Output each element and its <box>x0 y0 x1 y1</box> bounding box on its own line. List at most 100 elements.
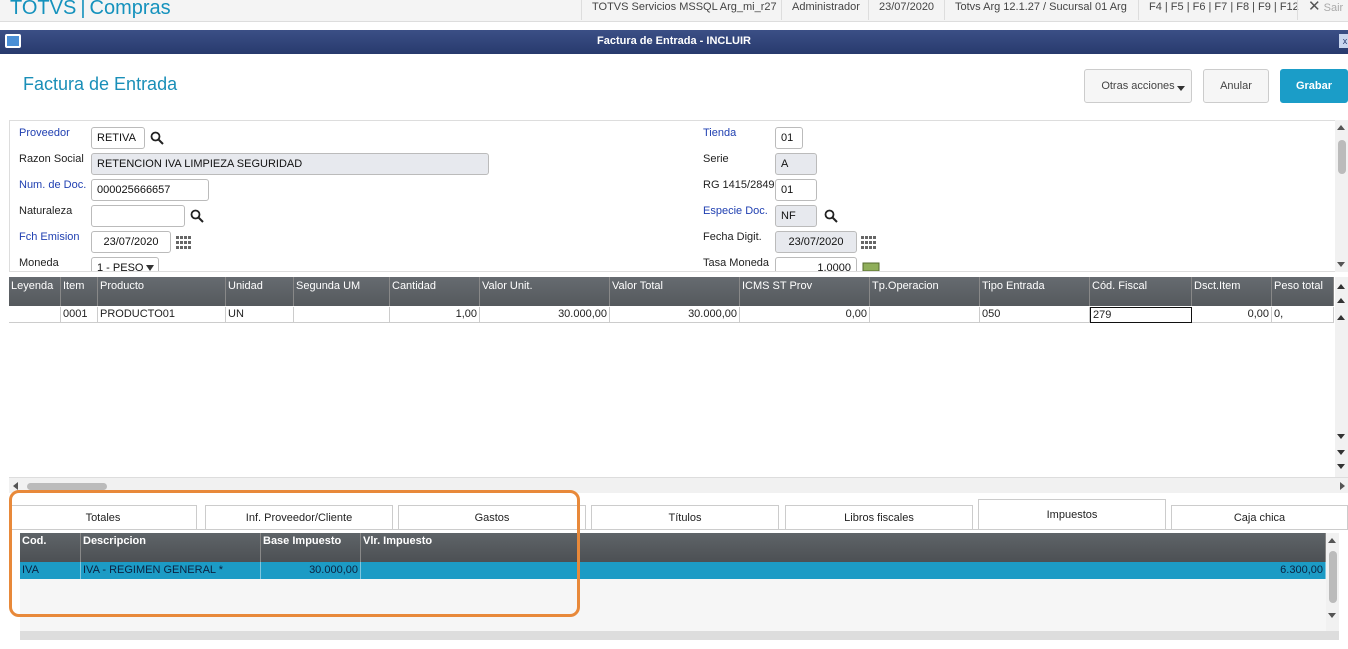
naturaleza-label: Naturaleza <box>19 205 73 217</box>
scroll-up-icon[interactable] <box>1337 315 1345 320</box>
window-title-bar: Factura de Entrada - INCLUIR x <box>0 30 1348 54</box>
grid-column-header[interactable]: Cód. Fiscal <box>1090 277 1192 306</box>
moneda-select[interactable]: 1 - PESO <box>91 257 159 272</box>
fecha-digit-field[interactable]: 23/07/2020 <box>775 231 857 253</box>
grid-cell[interactable]: 279 <box>1090 307 1192 323</box>
scroll-page-down-icon[interactable] <box>1337 450 1345 455</box>
shortcuts-label: F4 | F5 | F6 | F7 | F8 | F9 | F12 <box>1138 0 1309 20</box>
grid-cell[interactable]: 0,00 <box>740 307 870 323</box>
user-label: Administrador <box>781 0 870 20</box>
especie-doc-field[interactable]: NF <box>775 205 817 227</box>
other-actions-button[interactable]: Otras acciones <box>1084 69 1192 103</box>
grid-cell[interactable] <box>9 307 61 323</box>
rg-label: RG 1415/2849 <box>703 179 775 191</box>
calendar-icon[interactable] <box>176 236 192 250</box>
grid-cell[interactable] <box>294 307 390 323</box>
form-scrollbar[interactable] <box>1335 120 1348 272</box>
environment-label: TOTVS Servicios MSSQL Arg_mi_r27 <box>581 0 787 20</box>
search-icon[interactable] <box>824 209 838 223</box>
scroll-down-icon[interactable] <box>1337 262 1345 267</box>
rg-field[interactable]: 01 <box>775 179 817 201</box>
grid-cell[interactable] <box>870 307 980 323</box>
window-close-icon[interactable]: x <box>1339 34 1348 48</box>
grid-cell[interactable]: 0,00 <box>1192 307 1272 323</box>
money-icon[interactable] <box>862 262 880 272</box>
grid-cell[interactable]: 0001 <box>61 307 98 323</box>
taxes-vertical-scrollbar[interactable] <box>1326 533 1339 631</box>
chevron-down-icon <box>146 265 154 271</box>
search-icon[interactable] <box>190 209 204 223</box>
grid-column-header[interactable]: Valor Total <box>610 277 740 306</box>
tab-libros-fiscales[interactable]: Libros fiscales <box>785 505 973 530</box>
grid-cell[interactable]: PRODUCTO01 <box>98 307 226 323</box>
scroll-up-icon[interactable] <box>1337 125 1345 130</box>
grid-column-header[interactable]: Tp.Operacion <box>870 277 980 306</box>
cancel-button[interactable]: Anular <box>1203 69 1269 103</box>
grid-column-header[interactable]: Unidad <box>226 277 294 306</box>
other-actions-label: Otras acciones <box>1101 80 1175 92</box>
grid-column-header[interactable]: ICMS ST Prov <box>740 277 870 306</box>
serie-field[interactable]: A <box>775 153 817 175</box>
scroll-thumb[interactable] <box>1338 140 1346 174</box>
naturaleza-field[interactable] <box>91 205 185 227</box>
scroll-page-up-icon[interactable] <box>1337 298 1345 303</box>
grid-vertical-scrollbar[interactable] <box>1335 277 1348 477</box>
grid-column-header[interactable]: Dsct.Item <box>1192 277 1272 306</box>
branch-label: Totvs Arg 12.1.27 / Sucursal 01 Arg <box>944 0 1137 20</box>
grid-column-header[interactable]: Leyenda <box>9 277 61 306</box>
num-doc-field[interactable]: 000025666657 <box>91 179 209 201</box>
tienda-field[interactable]: 01 <box>775 127 803 149</box>
items-grid: Leyenda Item Producto Unidad Segunda UM Canti… <box>9 277 1335 477</box>
calendar-icon[interactable] <box>861 236 877 250</box>
close-icon: ✕ <box>1308 0 1321 15</box>
proveedor-field[interactable]: RETIVA <box>91 127 145 149</box>
header-form: Proveedor RETIVA Razon Social RETENCION … <box>9 120 1348 272</box>
annotation-highlight <box>9 490 580 617</box>
scroll-up-icon[interactable] <box>1328 538 1336 543</box>
proveedor-label: Proveedor <box>19 127 70 139</box>
top-bar: TOTVS | Compras TOTVS Servicios MSSQL Arg_… <box>0 0 1348 22</box>
grid-column-header[interactable]: Item <box>61 277 98 306</box>
grid-cell[interactable]: 050 <box>980 307 1090 323</box>
moneda-label: Moneda <box>19 257 59 269</box>
scroll-down-icon[interactable] <box>1328 613 1336 618</box>
scroll-thumb[interactable] <box>1329 551 1337 603</box>
grid-cell[interactable]: 30.000,00 <box>480 307 610 323</box>
tab-t-tulos[interactable]: Títulos <box>591 505 779 530</box>
fch-emision-label: Fch Emision <box>19 231 80 243</box>
save-button[interactable]: Grabar <box>1280 69 1348 103</box>
scroll-right-icon[interactable] <box>1340 482 1345 490</box>
grid-cell[interactable]: 1,00 <box>390 307 480 323</box>
serie-label: Serie <box>703 153 729 165</box>
scroll-left-icon[interactable] <box>13 482 18 490</box>
scroll-bottom-icon[interactable] <box>1337 464 1345 469</box>
exit-button[interactable]: ✕ Sair <box>1297 0 1348 20</box>
grid-column-header[interactable]: Valor Unit. <box>480 277 610 306</box>
grid-column-header[interactable]: Producto <box>98 277 226 306</box>
date-label: 23/07/2020 <box>868 0 944 20</box>
grid-column-header[interactable]: Peso total <box>1272 277 1334 306</box>
scroll-thumb[interactable] <box>27 483 107 490</box>
scroll-down-icon[interactable] <box>1337 434 1345 439</box>
grid-column-header[interactable]: Segunda UM <box>294 277 390 306</box>
grid-column-header[interactable]: Cantidad <box>390 277 480 306</box>
tienda-label: Tienda <box>703 127 737 139</box>
page-title: Factura de Entrada <box>23 74 178 94</box>
tab-impuestos[interactable]: Impuestos <box>978 499 1166 530</box>
razon-social-field[interactable]: RETENCION IVA LIMPIEZA SEGURIDAD <box>91 153 489 175</box>
razon-social-label: Razon Social <box>19 153 84 165</box>
fch-emision-field[interactable]: 23/07/2020 <box>91 231 171 253</box>
grid-cell[interactable]: 30.000,00 <box>610 307 740 323</box>
app-brand: TOTVS | Compras <box>10 0 171 19</box>
moneda-value: 1 - PESO <box>97 262 144 272</box>
search-icon[interactable] <box>150 131 164 145</box>
grid-cell[interactable]: UN <box>226 307 294 323</box>
grid-column-header[interactable]: Tipo Entrada <box>980 277 1090 306</box>
grid-cell[interactable]: 0, <box>1272 307 1334 323</box>
caret-down-icon <box>1177 86 1185 91</box>
tasa-moneda-field[interactable]: 1,0000 <box>775 257 857 271</box>
scroll-top-icon[interactable] <box>1337 284 1345 289</box>
tab-caja-chica[interactable]: Caja chica <box>1171 505 1348 530</box>
taxes-horizontal-scrollbar[interactable] <box>20 631 1339 640</box>
especie-doc-label: Especie Doc. <box>703 205 768 217</box>
